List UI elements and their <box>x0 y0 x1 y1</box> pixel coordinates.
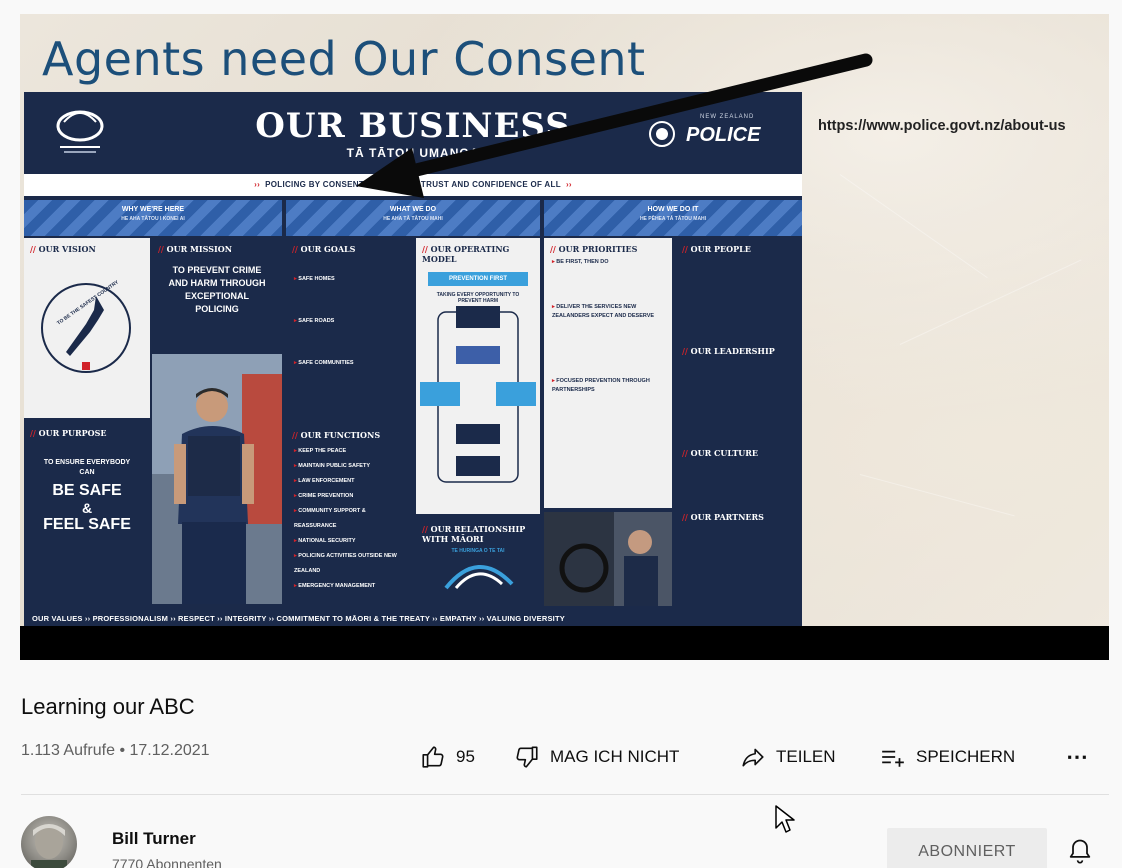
column-sub: HE AHA TĀ TĀTOU MAHI <box>383 216 443 222</box>
culture-panel: // OUR CULTURE <box>676 442 802 504</box>
mission-text: TO PREVENT CRIME AND HARM THROUGH EXCEPT… <box>168 265 266 314</box>
relationship-heading: OUR RELATIONSHIP WITH MĀORI <box>422 524 526 544</box>
police-badge-icon <box>649 121 675 147</box>
police-label: POLICE <box>686 124 761 146</box>
goals-panel: // OUR GOALS SAFE HOMES SAFE ROADS SAFE … <box>286 238 412 418</box>
action-bar: 95 MAG ICH NICHT TEILEN SPEICHERN ⋯ <box>0 740 1122 774</box>
priorities-panel: // OUR PRIORITIES BE FIRST, THEN DO DELI… <box>544 238 672 508</box>
goals-heading: OUR GOALS <box>300 244 356 254</box>
bell-icon[interactable] <box>1066 836 1094 866</box>
goal-item: SAFE ROADS <box>294 300 404 342</box>
column-title: HOW WE DO IT <box>647 206 699 213</box>
operating-flow-diagram <box>420 306 536 483</box>
column-sub: HE AHA TĀTOU I KONEI AI <box>121 216 185 222</box>
share-label: TEILEN <box>776 747 836 766</box>
column-sub: HE PĒHEA TĀ TĀTOU MAHI <box>639 216 707 222</box>
police-officer-photo <box>152 354 282 604</box>
function-item: LAW ENFORCEMENT <box>294 474 404 489</box>
playlist-add-icon <box>882 750 904 767</box>
subscribe-button[interactable]: ABONNIERT <box>887 828 1047 868</box>
wave-logo-icon <box>444 565 514 590</box>
slide-url: https://www.police.govt.nz/about-us <box>818 118 1066 134</box>
car-officer-photo <box>544 512 672 606</box>
police-nz-label: NEW ZEALAND <box>700 114 755 120</box>
people-panel: // OUR PEOPLE <box>676 238 802 338</box>
function-item: CRIME PREVENTION <box>294 489 404 504</box>
column-why: WHY WE'RE HERE HE AHA TĀTOU I KONEI AI <box>24 200 282 236</box>
function-item: KEEP THE PEACE <box>294 444 404 459</box>
video-title: Learning our ABC <box>21 694 195 719</box>
poster-header: OUR BUSINESS TĀ TĀTOU UMANGA NEW ZEALAND… <box>24 92 802 174</box>
operating-note: TAKING EVERY OPPORTUNITY TO PREVENT HARM <box>436 292 520 304</box>
purpose-line2: BE SAFE <box>52 482 122 499</box>
channel-avatar[interactable] <box>21 816 77 868</box>
purpose-panel: // OUR PURPOSE TO ENSURE EVERYBODY CAN B… <box>24 422 150 602</box>
relationship-panel: // OUR RELATIONSHIP WITH MĀORI TE HURING… <box>416 518 540 604</box>
column-what: WHAT WE DO HE AHA TĀ TĀTOU MAHI <box>286 200 540 236</box>
like-count: 95 <box>456 747 475 766</box>
share-button[interactable]: TEILEN <box>740 740 836 774</box>
purpose-line3: & <box>81 500 93 516</box>
dislike-label: MAG ICH NICHT <box>550 747 680 766</box>
leadership-heading: OUR LEADERSHIP <box>690 346 775 356</box>
functions-heading: OUR FUNCTIONS <box>300 430 381 440</box>
purpose-line4: FEEL SAFE <box>43 516 131 533</box>
purpose-heading: OUR PURPOSE <box>38 428 107 438</box>
mission-heading: OUR MISSION <box>166 244 233 254</box>
nz-map-icon <box>41 283 131 373</box>
purpose-line1: TO ENSURE EVERYBODY CAN <box>43 459 131 476</box>
divider <box>21 794 1109 795</box>
dislike-button[interactable]: MAG ICH NICHT <box>514 740 679 774</box>
video-player[interactable]: Agents need Our Consent https://www.poli… <box>20 14 1109 660</box>
vision-heading: OUR VISION <box>38 244 96 254</box>
column-how: HOW WE DO IT HE PĒHEA TĀ TĀTOU MAHI <box>544 200 802 236</box>
priority-item: DELIVER THE SERVICES NEW ZEALANDERS EXPE… <box>552 303 664 321</box>
subscriber-count: 7770 Abonnenten <box>112 856 222 868</box>
leadership-panel: // OUR LEADERSHIP <box>676 340 802 440</box>
column-title: WHAT WE DO <box>389 206 437 213</box>
priority-item: FOCUSED PREVENTION THROUGH PARTNERSHIPS <box>552 377 664 395</box>
priority-item: BE FIRST, THEN DO <box>552 258 664 267</box>
thumbs-up-icon <box>422 746 444 768</box>
culture-heading: OUR CULTURE <box>690 448 759 458</box>
functions-panel: // OUR FUNCTIONS KEEP THE PEACE MAINTAIN… <box>286 424 412 604</box>
priorities-heading: OUR PRIORITIES <box>558 244 638 254</box>
vision-panel: // OUR VISION TO BE THE SAFEST COUNTRY <box>24 238 150 418</box>
operating-box: PREVENTION FIRST <box>428 272 528 286</box>
function-item: MAINTAIN PUBLIC SAFETY <box>294 459 404 474</box>
function-item: NATIONAL SECURITY <box>294 534 404 549</box>
column-title: WHY WE'RE HERE <box>121 206 185 213</box>
share-arrow-icon <box>742 748 764 767</box>
operating-panel: // OUR OPERATING MODEL PREVENTION FIRST … <box>416 238 540 514</box>
more-actions-button[interactable]: ⋯ <box>1066 740 1088 774</box>
save-label: SPEICHERN <box>916 747 1016 766</box>
function-item: EMERGENCY MANAGEMENT <box>294 579 404 594</box>
goal-item: SAFE HOMES <box>294 258 404 300</box>
consent-banner: ›› POLICING BY CONSENT — WITH THE TRUST … <box>24 174 802 196</box>
save-button[interactable]: SPEICHERN <box>880 740 1015 774</box>
thumbs-down-icon <box>516 746 538 768</box>
more-icon: ⋯ <box>1066 744 1088 769</box>
mission-panel: // OUR MISSION TO PREVENT CRIME AND HARM… <box>152 238 282 352</box>
consent-line: POLICING BY CONSENT — WITH THE TRUST AND… <box>265 180 561 189</box>
function-item: COMMUNITY SUPPORT & REASSURANCE <box>294 504 404 534</box>
our-business-poster: OUR BUSINESS TĀ TĀTOU UMANGA NEW ZEALAND… <box>24 92 802 628</box>
function-item: POLICING ACTIVITIES OUTSIDE NEW ZEALAND <box>294 549 404 579</box>
operating-heading: OUR OPERATING MODEL <box>422 244 510 264</box>
like-button[interactable]: 95 <box>420 740 475 774</box>
slide-title: Agents need Our Consent <box>42 32 646 86</box>
channel-name[interactable]: Bill Turner <box>112 829 196 849</box>
player-bottom-bar <box>20 626 1109 660</box>
people-heading: OUR PEOPLE <box>690 244 751 254</box>
goal-item: SAFE COMMUNITIES <box>294 342 404 384</box>
partners-heading: OUR PARTNERS <box>690 512 764 522</box>
mouse-cursor-icon <box>775 805 795 833</box>
partners-panel: // OUR PARTNERS <box>676 506 802 604</box>
avatar-image <box>31 824 67 868</box>
police-logo: NEW ZEALAND POLICE <box>648 114 780 154</box>
